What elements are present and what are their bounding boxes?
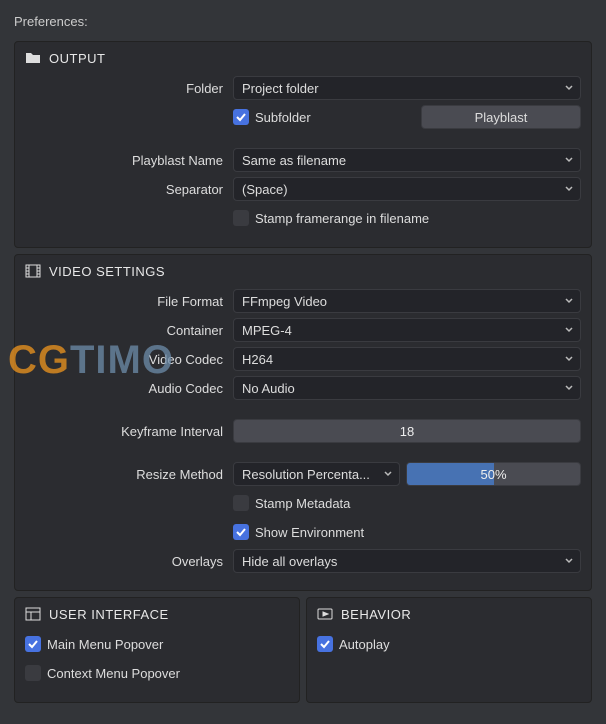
overlays-label: Overlays [25, 554, 233, 569]
resize-method-value: Resolution Percenta... [242, 467, 370, 482]
chevron-down-icon [564, 352, 574, 367]
resize-percent-value: 50% [481, 467, 507, 482]
chevron-down-icon [564, 153, 574, 168]
chevron-down-icon [383, 467, 393, 482]
stamp-framerange-label: Stamp framerange in filename [255, 211, 429, 226]
file-format-value: FFmpeg Video [242, 294, 327, 309]
overlays-select[interactable]: Hide all overlays [233, 549, 581, 573]
video-settings-header: VIDEO SETTINGS [25, 263, 581, 279]
audio-codec-select[interactable]: No Audio [233, 376, 581, 400]
chevron-down-icon [564, 323, 574, 338]
subfolder-checkbox[interactable] [233, 109, 249, 125]
subfolder-value: Playblast [475, 110, 528, 125]
show-environment-label: Show Environment [255, 525, 364, 540]
separator-value: (Space) [242, 182, 288, 197]
play-icon [317, 606, 333, 622]
overlays-value: Hide all overlays [242, 554, 337, 569]
video-codec-select[interactable]: H264 [233, 347, 581, 371]
keyframe-interval-value: 18 [400, 424, 414, 439]
separator-select[interactable]: (Space) [233, 177, 581, 201]
video-codec-value: H264 [242, 352, 273, 367]
audio-codec-label: Audio Codec [25, 381, 233, 396]
folder-label: Folder [25, 81, 233, 96]
audio-codec-value: No Audio [242, 381, 295, 396]
file-format-label: File Format [25, 294, 233, 309]
chevron-down-icon [564, 294, 574, 309]
context-menu-popover-checkbox[interactable] [25, 665, 41, 681]
resize-percent-input[interactable]: 50% [406, 462, 581, 486]
resize-method-select[interactable]: Resolution Percenta... [233, 462, 400, 486]
autoplay-label: Autoplay [339, 637, 390, 652]
folder-select-value: Project folder [242, 81, 319, 96]
folder-select[interactable]: Project folder [233, 76, 581, 100]
folder-icon [25, 50, 41, 66]
stamp-framerange-checkbox[interactable] [233, 210, 249, 226]
context-menu-popover-label: Context Menu Popover [47, 666, 180, 681]
main-menu-popover-checkbox[interactable] [25, 636, 41, 652]
user-interface-header: USER INTERFACE [25, 606, 289, 622]
film-icon [25, 263, 41, 279]
keyframe-interval-input[interactable]: 18 [233, 419, 581, 443]
video-codec-label: Video Codec [25, 352, 233, 367]
file-format-select[interactable]: FFmpeg Video [233, 289, 581, 313]
output-panel: OUTPUT Folder Project folder Subfolder [14, 41, 592, 248]
separator-label: Separator [25, 182, 233, 197]
subfolder-input[interactable]: Playblast [421, 105, 581, 129]
behavior-title: BEHAVIOR [341, 607, 411, 622]
subfolder-label: Subfolder [255, 110, 311, 125]
playblast-name-value: Same as filename [242, 153, 346, 168]
user-interface-panel: USER INTERFACE Main Menu Popover Context… [14, 597, 300, 703]
container-value: MPEG-4 [242, 323, 292, 338]
keyframe-interval-label: Keyframe Interval [25, 424, 233, 439]
show-environment-checkbox[interactable] [233, 524, 249, 540]
chevron-down-icon [564, 381, 574, 396]
playblast-name-label: Playblast Name [25, 153, 233, 168]
stamp-metadata-label: Stamp Metadata [255, 496, 350, 511]
container-select[interactable]: MPEG-4 [233, 318, 581, 342]
chevron-down-icon [564, 554, 574, 569]
resize-method-label: Resize Method [25, 467, 233, 482]
behavior-header: BEHAVIOR [317, 606, 581, 622]
stamp-metadata-checkbox[interactable] [233, 495, 249, 511]
autoplay-checkbox[interactable] [317, 636, 333, 652]
output-header: OUTPUT [25, 50, 581, 66]
playblast-name-select[interactable]: Same as filename [233, 148, 581, 172]
user-interface-title: USER INTERFACE [49, 607, 169, 622]
video-settings-panel: VIDEO SETTINGS File Format FFmpeg Video … [14, 254, 592, 591]
preferences-title: Preferences: [14, 10, 592, 33]
container-label: Container [25, 323, 233, 338]
output-title: OUTPUT [49, 51, 105, 66]
chevron-down-icon [564, 182, 574, 197]
video-settings-title: VIDEO SETTINGS [49, 264, 165, 279]
chevron-down-icon [564, 81, 574, 96]
main-menu-popover-label: Main Menu Popover [47, 637, 163, 652]
layout-icon [25, 606, 41, 622]
behavior-panel: BEHAVIOR Autoplay [306, 597, 592, 703]
